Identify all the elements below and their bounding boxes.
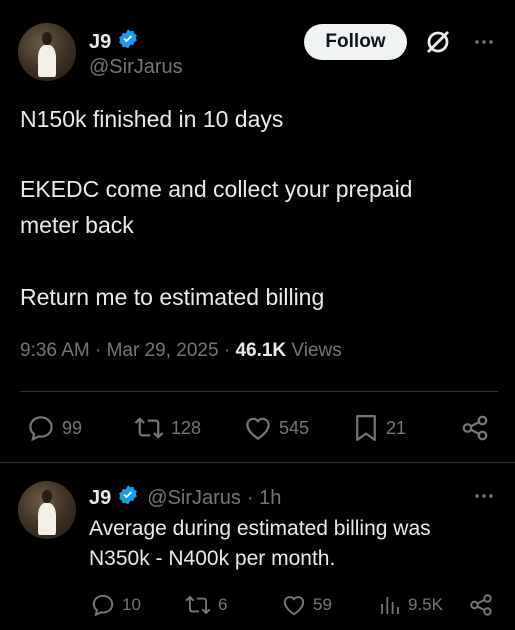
- reply-author-name[interactable]: J9: [89, 487, 111, 510]
- reply-text-line: Average during estimated billing was: [89, 517, 431, 540]
- share-button[interactable]: [460, 413, 490, 443]
- reply-button[interactable]: 99: [26, 413, 82, 443]
- reply-reply-button[interactable]: 10: [90, 592, 141, 618]
- heart-icon: [246, 417, 270, 440]
- tweet-meta: 9:36 AM · Mar 29, 2025 · 46.1K Views: [20, 340, 342, 362]
- tweet-text-line: EKEDC come and collect your prepaid: [20, 176, 413, 202]
- reply-author-handle[interactable]: @SirJarus: [147, 487, 241, 510]
- reply-text: Average during estimated billing was N35…: [89, 514, 431, 574]
- reply-share-button[interactable]: [468, 592, 494, 618]
- reply-time[interactable]: · 1h: [247, 487, 281, 510]
- share-icon: [470, 594, 492, 616]
- reply-count: 99: [62, 417, 83, 438]
- section-divider: [0, 462, 515, 463]
- bookmark-count: 21: [386, 417, 407, 438]
- repost-count: 128: [171, 417, 202, 438]
- views-chart-icon: [381, 597, 399, 614]
- reply-repost-button[interactable]: 6: [184, 592, 227, 618]
- verified-badge-icon: [117, 28, 139, 56]
- repost-icon: [134, 417, 164, 439]
- avatar[interactable]: [18, 23, 76, 81]
- timestamp[interactable]: 9:36 AM · Mar 29, 2025 ·: [20, 340, 235, 361]
- tweet-text-line: N150k finished in 10 days: [20, 106, 284, 132]
- more-options-icon[interactable]: [472, 30, 496, 59]
- reply-repost-count: 6: [218, 595, 228, 614]
- tweet-text-line: meter back: [20, 212, 134, 238]
- like-button[interactable]: 545: [243, 413, 309, 443]
- verified-badge-icon: [117, 484, 139, 512]
- reply-icon: [92, 594, 114, 617]
- reply-views-count: 9.5K: [408, 595, 443, 614]
- like-count: 545: [279, 417, 310, 438]
- repost-icon: [185, 595, 211, 615]
- grok-icon[interactable]: [424, 28, 452, 61]
- reply-text-line: N350k - N400k per month.: [89, 547, 336, 570]
- tweet-text-line: Return me to estimated billing: [20, 284, 325, 310]
- reply-like-button[interactable]: 59: [281, 592, 332, 618]
- repost-button[interactable]: 128: [133, 413, 201, 443]
- reply-like-count: 59: [313, 595, 332, 614]
- heart-icon: [283, 596, 305, 616]
- follow-button[interactable]: Follow: [304, 24, 407, 60]
- author-name[interactable]: J9: [89, 31, 111, 54]
- reply-reply-count: 10: [122, 595, 141, 614]
- views-count: 46.1K: [235, 340, 287, 361]
- bookmark-icon: [356, 415, 376, 441]
- reply-icon: [29, 416, 53, 442]
- reply-avatar[interactable]: [18, 481, 76, 539]
- share-icon: [462, 415, 488, 441]
- author-handle[interactable]: @SirJarus: [89, 56, 183, 79]
- reply-views-button[interactable]: 9.5K: [378, 592, 443, 618]
- divider: [20, 391, 498, 392]
- views-label: Views: [286, 340, 342, 361]
- bookmark-button[interactable]: 21: [352, 413, 406, 443]
- reply-more-options-icon[interactable]: [472, 484, 496, 513]
